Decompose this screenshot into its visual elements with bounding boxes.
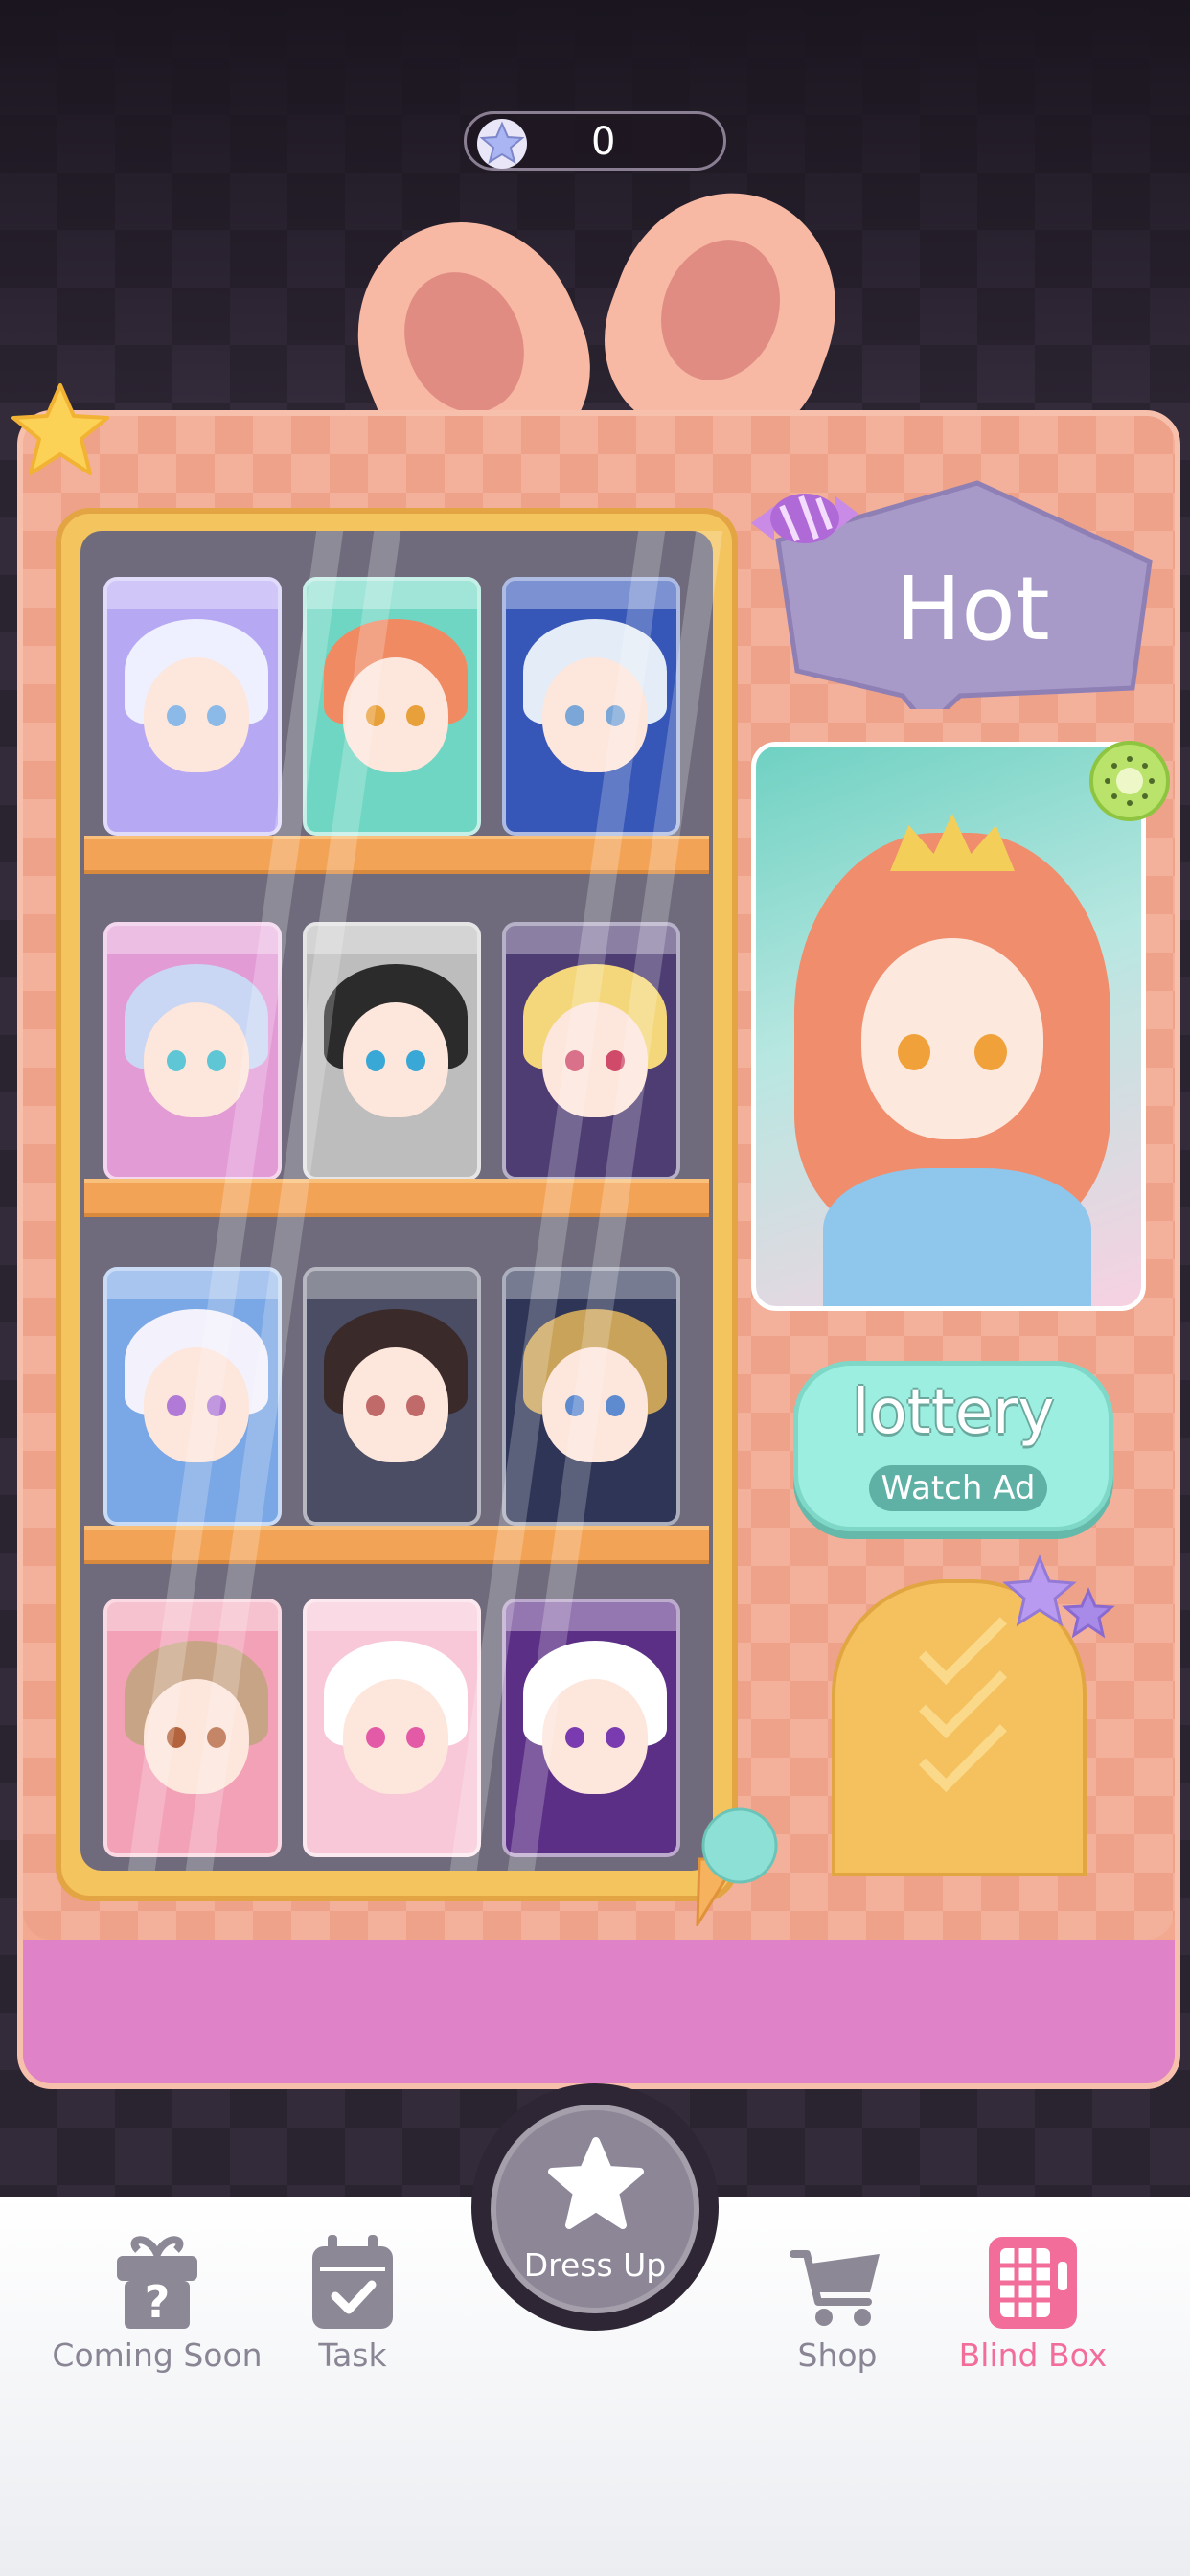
watch-ad-badge: Watch Ad xyxy=(869,1465,1047,1511)
character-eye xyxy=(565,1727,584,1748)
background-top-fade xyxy=(0,0,1190,402)
character-face xyxy=(343,1679,448,1794)
character-eye xyxy=(606,1727,625,1748)
featured-character-face xyxy=(861,938,1043,1139)
nav-coming-soon[interactable]: ? Coming Soon xyxy=(52,2233,263,2386)
character-eye xyxy=(207,705,226,726)
star-currency-icon xyxy=(477,119,527,169)
character-eye xyxy=(366,1050,385,1071)
card-top-band xyxy=(506,1602,676,1631)
nav-shop[interactable]: Shop xyxy=(732,2233,943,2386)
stars-decoration-icon xyxy=(1002,1554,1115,1639)
hot-label: Hot xyxy=(895,558,1050,660)
blind-box-card-bunny-cup[interactable] xyxy=(303,1598,481,1857)
card-top-band xyxy=(107,926,278,954)
star-icon xyxy=(548,2137,644,2229)
gift-question-icon: ? xyxy=(117,2236,197,2329)
vending-machine-icon xyxy=(989,2237,1077,2329)
blind-box-card-dark-hair[interactable] xyxy=(303,1267,481,1526)
star-counter: 0 xyxy=(464,111,726,171)
character-eye xyxy=(565,705,584,726)
character-eye xyxy=(167,1050,186,1071)
machine-bottom-tray xyxy=(23,1940,1175,2083)
card-top-band xyxy=(107,1271,278,1300)
card-top-band xyxy=(307,1271,477,1300)
blind-box-card-white-hair[interactable] xyxy=(103,577,282,836)
character-face xyxy=(343,1002,448,1117)
lottery-label: lottery xyxy=(852,1377,1055,1448)
character-eye xyxy=(406,705,425,726)
ice-cream-icon xyxy=(696,1807,778,1926)
corner-star-icon xyxy=(11,383,109,475)
candy-icon xyxy=(751,494,858,543)
kiwi-icon xyxy=(1089,741,1170,821)
character-eye xyxy=(406,1395,425,1416)
character-eye xyxy=(207,1050,226,1071)
featured-character-crown xyxy=(890,814,1015,871)
nav-blind-box-label: Blind Box xyxy=(958,2336,1108,2374)
character-eye xyxy=(606,1395,625,1416)
svg-text:?: ? xyxy=(145,2276,171,2328)
character-face xyxy=(343,1347,448,1462)
character-eye xyxy=(167,705,186,726)
nav-task-label: Task xyxy=(318,2336,387,2374)
card-top-band xyxy=(307,1602,477,1631)
character-face xyxy=(144,657,249,772)
featured-character-eye xyxy=(898,1034,930,1070)
featured-hot-card[interactable] xyxy=(751,742,1146,1311)
nav-shop-label: Shop xyxy=(797,2336,878,2374)
character-eye xyxy=(406,1050,425,1071)
card-top-band xyxy=(107,581,278,610)
character-eye xyxy=(366,1395,385,1416)
nav-coming-soon-label: Coming Soon xyxy=(52,2336,263,2374)
featured-character-eye xyxy=(974,1034,1007,1070)
lottery-button[interactable]: lottery Watch Ad xyxy=(793,1361,1113,1531)
calendar-check-icon xyxy=(312,2235,393,2329)
nav-blind-box[interactable]: Blind Box xyxy=(927,2233,1138,2386)
dress-up-button[interactable]: Dress Up xyxy=(491,2104,699,2313)
dress-up-label: Dress Up xyxy=(523,2246,667,2284)
blind-box-card-silver-hair[interactable] xyxy=(502,577,680,836)
character-eye xyxy=(366,1727,385,1748)
character-eye xyxy=(406,1727,425,1748)
nav-task[interactable]: Task xyxy=(247,2233,458,2386)
character-face xyxy=(144,1002,249,1117)
cart-icon xyxy=(790,2250,880,2326)
character-eye xyxy=(167,1395,186,1416)
star-count: 0 xyxy=(591,120,616,164)
featured-character-dress xyxy=(823,1168,1091,1306)
card-top-band xyxy=(107,1602,278,1631)
